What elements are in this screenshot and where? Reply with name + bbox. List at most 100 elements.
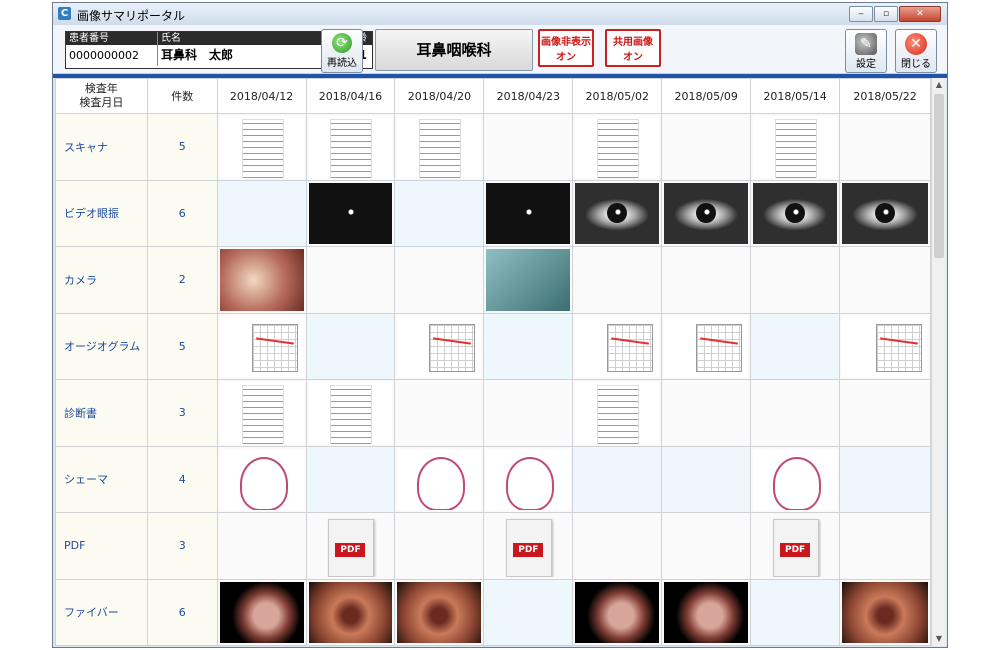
thumbnail-cell[interactable] xyxy=(216,578,307,646)
thumbnail-cell[interactable] xyxy=(661,179,752,247)
date-header[interactable]: 2018/04/23 xyxy=(483,78,574,114)
thumbnail-cell[interactable] xyxy=(661,578,752,646)
date-header[interactable]: 2018/04/16 xyxy=(305,78,396,114)
close-window-button[interactable]: ✕ xyxy=(899,6,941,22)
eye-video-thumbnail[interactable] xyxy=(308,182,393,244)
thumbnail-cell[interactable] xyxy=(661,312,752,380)
thumbnail-cell[interactable] xyxy=(572,113,663,181)
document-thumbnail[interactable] xyxy=(219,116,304,178)
date-header[interactable]: 2018/04/20 xyxy=(394,78,485,114)
date-header[interactable]: 2018/05/02 xyxy=(572,78,663,114)
pdf-file-icon[interactable]: PDF xyxy=(486,515,571,577)
audiogram-thumbnail[interactable] xyxy=(219,315,304,377)
thumbnail-cell[interactable] xyxy=(305,578,396,646)
thumbnail-cell[interactable]: PDF xyxy=(305,512,396,580)
thumbnail-cell[interactable] xyxy=(839,312,931,380)
audiogram-thumbnail[interactable] xyxy=(397,315,482,377)
thumbnail-cell[interactable] xyxy=(572,179,663,247)
thumbnail-cell[interactable] xyxy=(216,113,307,181)
thumbnail-cell[interactable] xyxy=(394,312,485,380)
close-button[interactable]: ✕ 閉じる xyxy=(895,29,937,73)
date-header[interactable]: 2018/04/12 xyxy=(216,78,307,114)
empty-cell xyxy=(394,179,485,247)
thumbnail-cell[interactable] xyxy=(483,445,574,513)
fiberscope-thumbnail[interactable] xyxy=(842,581,928,643)
pdf-file-icon[interactable]: PDF xyxy=(308,515,393,577)
schema-drawing-thumbnail[interactable] xyxy=(753,448,838,510)
audiogram-thumbnail[interactable] xyxy=(664,315,749,377)
document-thumbnail[interactable] xyxy=(753,116,838,178)
document-thumbnail[interactable] xyxy=(397,116,482,178)
thumbnail-cell[interactable] xyxy=(750,445,841,513)
eye-video-thumbnail[interactable] xyxy=(575,182,660,244)
patient-name-label: 氏名 xyxy=(158,32,330,45)
thumbnail-cell[interactable] xyxy=(216,246,307,314)
settings-button[interactable]: ✎ 設定 xyxy=(845,29,887,73)
date-header[interactable]: 2018/05/09 xyxy=(661,78,752,114)
row-category-label[interactable]: スキャナ xyxy=(55,113,148,181)
thumbnail-cell[interactable] xyxy=(394,445,485,513)
row-category-label[interactable]: シェーマ xyxy=(55,445,148,513)
row-category-label[interactable]: カメラ xyxy=(55,246,148,314)
document-thumbnail[interactable] xyxy=(308,116,393,178)
vertical-scrollbar[interactable]: ▲ ▼ xyxy=(931,78,946,646)
row-category-label[interactable]: オージオグラム xyxy=(55,312,148,380)
scroll-thumb[interactable] xyxy=(934,94,944,258)
date-header[interactable]: 2018/05/22 xyxy=(839,78,931,114)
row-category-label[interactable]: 診断書 xyxy=(55,379,148,447)
reload-button[interactable]: ⟳ 再読込 xyxy=(321,29,363,73)
department-button[interactable]: 耳鼻咽喉科 xyxy=(375,29,533,71)
document-thumbnail[interactable] xyxy=(575,116,660,178)
maximize-button[interactable]: ▫ xyxy=(874,6,898,22)
hide-images-toggle[interactable]: 画像非表示 オン xyxy=(538,29,594,67)
scroll-down-icon[interactable]: ▼ xyxy=(932,632,946,646)
document-thumbnail[interactable] xyxy=(308,382,393,444)
thumbnail-cell[interactable] xyxy=(483,179,574,247)
thumbnail-cell[interactable] xyxy=(839,578,931,646)
audiogram-thumbnail[interactable] xyxy=(842,315,928,377)
eye-video-thumbnail[interactable] xyxy=(486,182,571,244)
audiogram-thumbnail[interactable] xyxy=(575,315,660,377)
document-thumbnail[interactable] xyxy=(575,382,660,444)
schema-drawing-thumbnail[interactable] xyxy=(397,448,482,510)
fiberscope-thumbnail[interactable] xyxy=(308,581,393,643)
pdf-file-icon[interactable]: PDF xyxy=(753,515,838,577)
camera-photo-thumbnail[interactable] xyxy=(486,249,571,311)
minimize-button[interactable]: ‒ xyxy=(849,6,873,22)
schema-drawing-thumbnail[interactable] xyxy=(486,448,571,510)
eye-video-thumbnail[interactable] xyxy=(664,182,749,244)
thumbnail-cell[interactable] xyxy=(839,179,931,247)
thumbnail-cell[interactable] xyxy=(394,578,485,646)
thumbnail-cell[interactable] xyxy=(572,312,663,380)
thumbnail-cell[interactable] xyxy=(572,578,663,646)
schema-drawing-thumbnail[interactable] xyxy=(219,448,304,510)
row-category-label[interactable]: ファイバー xyxy=(55,578,148,646)
thumbnail-cell[interactable] xyxy=(216,445,307,513)
fiberscope-thumbnail[interactable] xyxy=(219,581,304,643)
thumbnail-cell[interactable] xyxy=(483,246,574,314)
thumbnail-cell[interactable] xyxy=(216,379,307,447)
thumbnail-cell[interactable] xyxy=(394,113,485,181)
eye-video-thumbnail[interactable] xyxy=(753,182,838,244)
fiberscope-thumbnail[interactable] xyxy=(575,581,660,643)
row-category-label[interactable]: ビデオ眼振 xyxy=(55,179,148,247)
thumbnail-cell[interactable] xyxy=(305,113,396,181)
fiberscope-thumbnail[interactable] xyxy=(397,581,482,643)
row-category-label[interactable]: PDF xyxy=(55,512,148,580)
camera-photo-thumbnail[interactable] xyxy=(219,249,304,311)
thumbnail-cell[interactable] xyxy=(305,179,396,247)
thumbnail-cell[interactable] xyxy=(216,312,307,380)
thumbnail-cell[interactable]: PDF xyxy=(750,512,841,580)
shared-images-toggle[interactable]: 共用画像 オン xyxy=(605,29,661,67)
thumbnail-cell[interactable] xyxy=(750,179,841,247)
eye-video-thumbnail[interactable] xyxy=(842,182,928,244)
fiberscope-thumbnail[interactable] xyxy=(664,581,749,643)
thumbnail-cell[interactable] xyxy=(572,379,663,447)
thumbnail-cell[interactable] xyxy=(305,379,396,447)
thumbnail-cell[interactable] xyxy=(750,113,841,181)
document-page xyxy=(419,119,462,178)
scroll-up-icon[interactable]: ▲ xyxy=(932,78,946,92)
date-header[interactable]: 2018/05/14 xyxy=(750,78,841,114)
thumbnail-cell[interactable]: PDF xyxy=(483,512,574,580)
document-thumbnail[interactable] xyxy=(219,382,304,444)
